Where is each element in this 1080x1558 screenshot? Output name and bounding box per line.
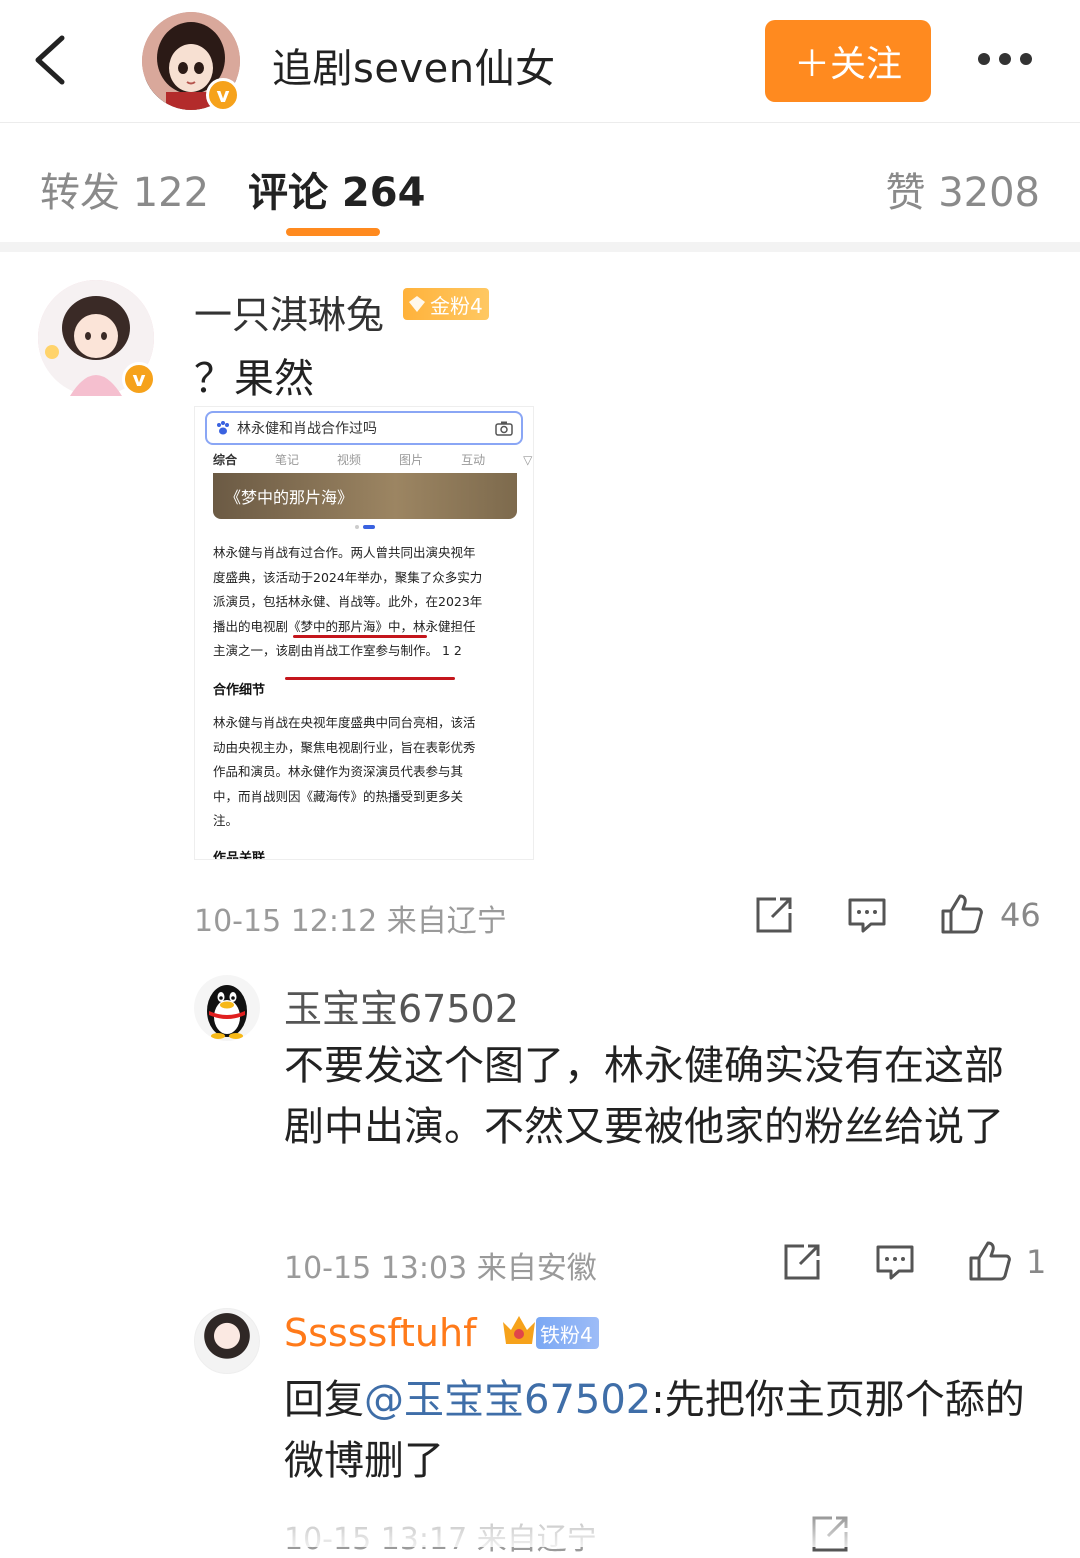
reply-prefix: 回复 (284, 1377, 364, 1423)
author-name[interactable]: 追剧seven仙女 (272, 36, 556, 94)
verified-badge-icon: v (206, 78, 240, 112)
bottom-fade (0, 1490, 1080, 1547)
image-banner: 《梦中的那片海》 (213, 473, 517, 519)
image-tab: 综合 (213, 453, 238, 467)
image-line: 派演员，包括林永健、肖战等。此外，在2023年 (213, 594, 483, 609)
reply-icon[interactable] (875, 1242, 915, 1282)
commenter-name[interactable]: 一只淇琳兔 (194, 284, 384, 339)
image-line: 中，而肖战则因《藏海传》的热播受到更多关 (213, 788, 464, 804)
mention-link[interactable]: @玉宝宝67502 (364, 1377, 651, 1423)
image-tabs: 综合 笔记 视频 图片 互动 ▽ (213, 451, 532, 468)
crown-icon (503, 1316, 535, 1344)
section-divider (0, 242, 1080, 252)
camera-icon (495, 421, 513, 436)
image-line: 主演之一，该剧由肖战工作室参与制作。 1 2 (213, 643, 462, 658)
carousel-dots-icon (355, 525, 375, 529)
verified-badge-icon: v (122, 362, 156, 396)
image-tab: 笔记 (275, 453, 300, 467)
reply-meta: 10-15 13:03 来自安徽 (284, 1251, 597, 1286)
like-count: 46 (1000, 896, 1041, 934)
image-tab: 图片 (399, 453, 424, 467)
share-icon[interactable] (754, 895, 794, 935)
like-icon[interactable] (968, 1240, 1012, 1282)
image-tab: ▽ (523, 453, 533, 467)
reply-text: 回复@玉宝宝67502:先把你主页那个舔的微博删了 (284, 1370, 1044, 1492)
image-tab: 互动 (461, 453, 486, 467)
image-line: 作品和演员。林永健作为资深演员代表参与其 (213, 764, 464, 779)
red-underline (293, 635, 427, 638)
image-search-query: 林永健和肖战合作过吗 (237, 421, 377, 437)
back-arrow-icon[interactable] (30, 34, 70, 86)
comment-image[interactable]: 林永健和肖战合作过吗 综合 笔记 视频 图片 互动 ▽ 《梦中的那片海》 林永健与肖战有过… (194, 406, 534, 860)
follow-button[interactable]: ＋关注 (765, 20, 931, 102)
image-line: 度盛典，该活动于2024年举办，聚集了众多实力 (213, 569, 483, 585)
comment-meta: 10-15 12:12 来自辽宁 (194, 904, 507, 939)
image-line: 动由央视主办，聚焦电视剧行业，旨在表彰优秀 (213, 739, 476, 755)
image-tab: 视频 (337, 453, 362, 467)
image-heading: 合作细节 (213, 683, 266, 698)
more-options-icon[interactable] (978, 50, 1044, 70)
active-tab-indicator (286, 228, 380, 236)
penguin-icon (207, 985, 247, 1039)
tab-like[interactable]: 赞 3208 (885, 160, 1040, 218)
fan-badge-label: 金粉4 (430, 293, 483, 318)
reply-user-name[interactable]: Sssssftuhf (284, 1311, 476, 1355)
reply-avatar[interactable] (194, 975, 260, 1041)
image-line: 林永健与肖战有过合作。两人曾共同出演央视年 (213, 545, 476, 560)
image-search-bar: 林永健和肖战合作过吗 (205, 411, 523, 445)
gold-fan-badge: 金粉4 (403, 288, 489, 320)
like-icon[interactable] (940, 893, 984, 935)
iron-fan-badge: 铁粉4 (536, 1317, 599, 1349)
red-underline (285, 677, 455, 680)
comment-text: ？果然 (194, 356, 314, 402)
like-count: 1 (1026, 1243, 1047, 1281)
reply-user-name[interactable]: 玉宝宝67502 (284, 978, 519, 1033)
share-icon[interactable] (782, 1242, 822, 1282)
image-line: 注。 (213, 813, 239, 828)
paw-icon (217, 421, 229, 435)
tab-repost[interactable]: 转发 122 (40, 160, 209, 218)
image-paragraph-1: 林永健与肖战有过合作。两人曾共同出演央视年 度盛典，该活动于2024年举办，聚集… (213, 541, 513, 664)
tab-comment[interactable]: 评论 264 (248, 160, 425, 218)
image-line: 林永健与肖战在央视年度盛典中同台亮相，该活 (213, 715, 476, 730)
reply-avatar[interactable] (194, 1308, 260, 1374)
image-paragraph-2: 林永健与肖战在央视年度盛典中同台亮相，该活 动由央视主办，聚焦电视剧行业，旨在表… (213, 711, 513, 834)
crown-gem-icon (409, 296, 425, 312)
reply-icon[interactable] (847, 895, 887, 935)
reply-text: 不要发这个图了，林永健确实没有在这部剧中出演。不然又要被他家的粉丝给说了 (284, 1043, 1004, 1150)
image-heading: 作品关联 (213, 851, 266, 860)
